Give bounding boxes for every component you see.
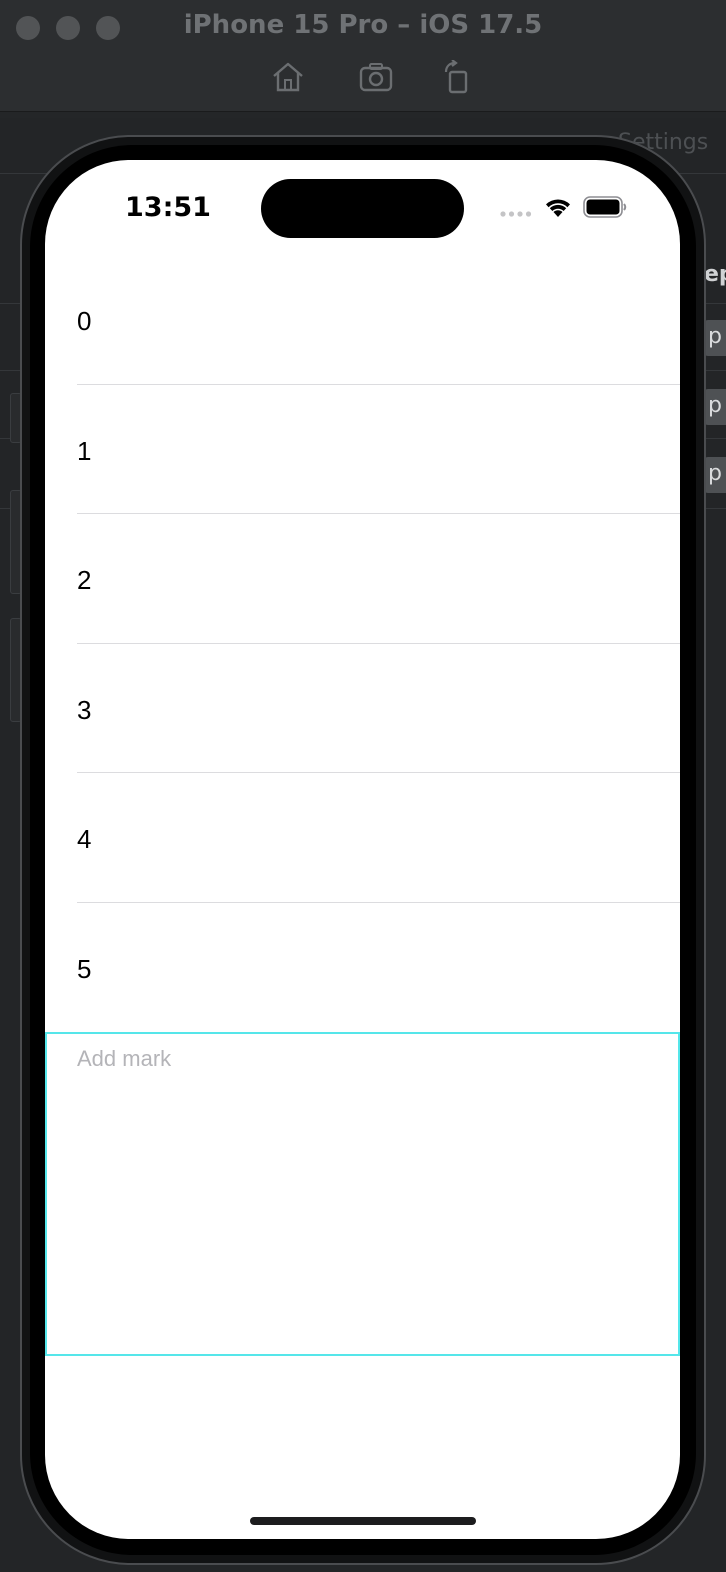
- background-ep-label: ep: [704, 262, 726, 287]
- list-item-label: 3: [77, 694, 92, 725]
- number-list: 0 1 2 3 4 5: [45, 255, 680, 1033]
- status-time: 13:51: [125, 192, 211, 223]
- background-chip: p: [704, 457, 726, 493]
- cellular-signal-icon: [500, 211, 532, 217]
- home-button[interactable]: [270, 60, 306, 94]
- list-item[interactable]: 3: [45, 644, 680, 774]
- list-item[interactable]: 4: [45, 773, 680, 903]
- iphone-screen: 13:51 0 1 2 3 4 5 Add mark: [45, 160, 680, 1539]
- list-item[interactable]: 0: [45, 255, 680, 385]
- home-icon: [273, 62, 303, 92]
- battery-icon: [583, 196, 627, 218]
- background-chip: p: [704, 389, 726, 425]
- list-item-label: 5: [77, 953, 92, 984]
- list-item-label: 0: [77, 306, 92, 336]
- add-mark-input[interactable]: [47, 1034, 678, 1354]
- list-item[interactable]: 2: [45, 514, 680, 644]
- screenshot-icon: [359, 63, 393, 92]
- list-item-label: 2: [77, 565, 92, 596]
- dynamic-island: [261, 179, 464, 238]
- rotate-icon: [444, 59, 468, 94]
- simulator-titlebar: iPhone 15 Pro – iOS 17.5: [0, 0, 726, 112]
- list-item[interactable]: 1: [45, 385, 680, 515]
- screenshot-button[interactable]: [358, 60, 394, 94]
- wifi-icon: [546, 199, 570, 217]
- home-indicator[interactable]: [250, 1517, 476, 1525]
- window-title: iPhone 15 Pro – iOS 17.5: [183, 10, 543, 40]
- list-item[interactable]: 5: [45, 903, 680, 1033]
- background-chip: p: [704, 320, 726, 356]
- list-item-label: 1: [77, 435, 92, 466]
- list-item-label: 4: [77, 824, 92, 855]
- rotate-button[interactable]: [440, 59, 476, 94]
- add-mark-textview[interactable]: [45, 1032, 680, 1356]
